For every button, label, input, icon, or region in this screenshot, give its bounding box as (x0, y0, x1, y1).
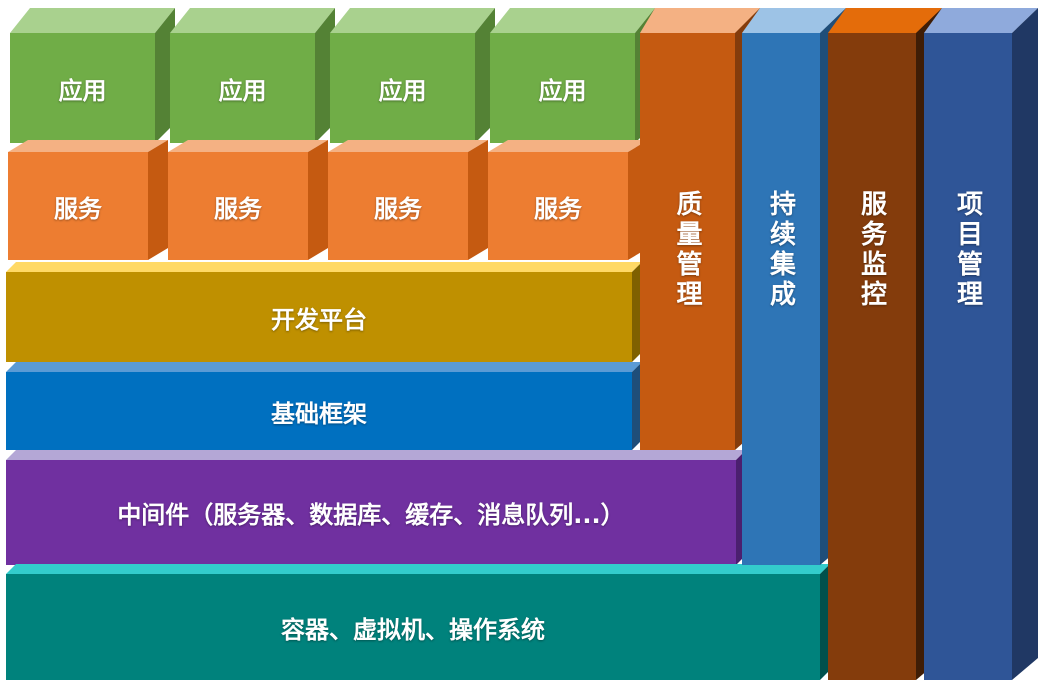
os-label: 容器、虚拟机、操作系统 (281, 615, 545, 644)
service-label-1: 服务 (54, 194, 102, 223)
service-label-3: 服务 (374, 194, 422, 223)
app-label-3: 应用 (378, 76, 427, 105)
framework-label: 基础框架 (271, 399, 367, 428)
monitor-label: 服务监控 (856, 190, 887, 310)
app-label-2: 应用 (218, 76, 267, 105)
dev-platform-label: 开发平台 (271, 305, 367, 334)
app-label-4: 应用 (538, 76, 587, 105)
quality-label: 质量管理 (672, 190, 702, 310)
project-pillar (924, 8, 1038, 680)
app-label-1: 应用 (58, 76, 107, 105)
service-label-4: 服务 (534, 194, 582, 223)
middleware-label: 中间件（服务器、数据库、缓存、消息队列...） (117, 501, 625, 529)
project-label: 项目管理 (952, 190, 983, 310)
architecture-diagram: 应用 应用 应用 应用 服务 服务 服务 服务 开发平台 基础框架 中间件（服务… (0, 0, 1047, 687)
service-label-2: 服务 (214, 194, 262, 223)
ci-label: 持续集成 (765, 190, 796, 310)
